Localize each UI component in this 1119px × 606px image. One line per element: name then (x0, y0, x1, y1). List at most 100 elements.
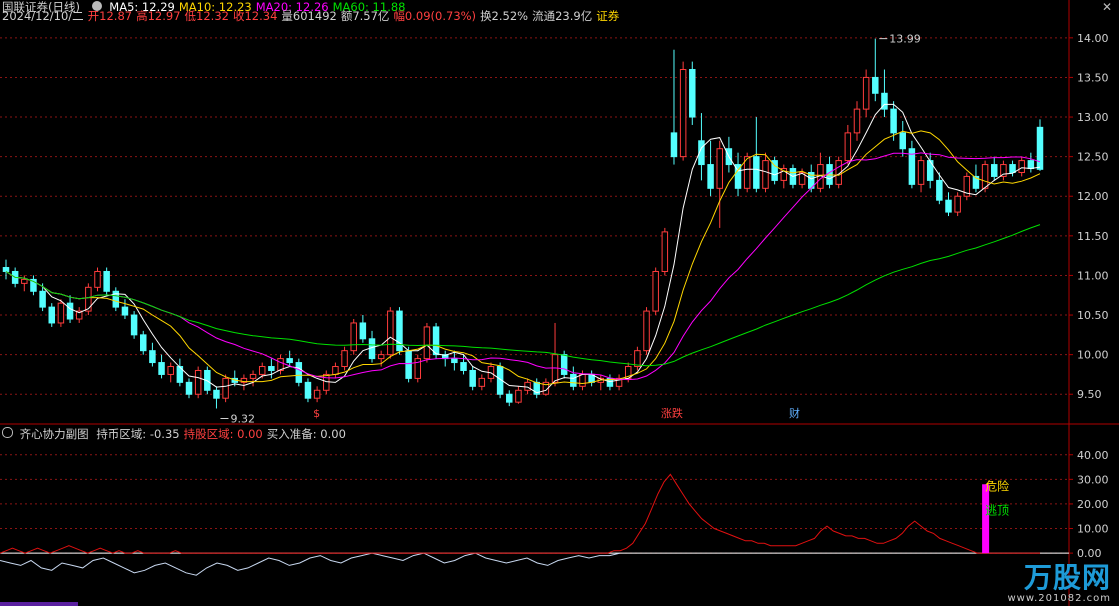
candle-body (286, 358, 293, 364)
y-tick-label: 13.00 (1077, 111, 1109, 124)
candle-body (451, 358, 458, 364)
candle-body (515, 389, 522, 403)
ma60-line (5, 224, 1041, 367)
candle-body (1018, 160, 1025, 173)
candle-body (185, 381, 193, 395)
candle-body (872, 76, 879, 94)
ohlc-value-8: 换2.52% (480, 9, 529, 23)
candle-body (506, 393, 513, 403)
sub-settings-icon[interactable] (2, 427, 13, 438)
candle-body (753, 156, 760, 189)
candle-body (954, 195, 961, 213)
candle-body (643, 310, 650, 352)
candle-body (981, 164, 989, 189)
ohlc-header: 2024/12/10/二 开12.87 高12.97 低12.32 收12.34 量601… (2, 9, 623, 23)
ohlc-value-9: 流通23.9亿 (532, 9, 593, 23)
watermark-url: www.201082.com (1007, 593, 1111, 604)
candle-body (670, 132, 678, 158)
scroll-indicator (0, 602, 78, 606)
candle-body (936, 179, 943, 201)
candle-body (249, 373, 257, 379)
candle-body (1027, 160, 1035, 170)
candle-body (570, 373, 577, 387)
candle-body (222, 377, 229, 399)
candle-body (377, 354, 385, 360)
candle-body (368, 338, 376, 360)
candle-body (762, 160, 769, 189)
sub-y-tick-label: 0.00 (1077, 547, 1102, 560)
y-tick-label: 10.50 (1077, 309, 1109, 322)
candle-body (121, 306, 129, 316)
watermark-name: 万股网 (1023, 561, 1111, 594)
candle-body (167, 366, 174, 375)
candle-body (579, 373, 586, 387)
ma20-line (5, 152, 1041, 381)
y-tick-label: 11.00 (1077, 269, 1109, 282)
candle-body (130, 314, 138, 336)
ohlc-value-6: 额7.57亿 (340, 9, 390, 23)
candle-body (707, 164, 714, 189)
candle-body (94, 270, 101, 288)
ohlc-value-1: 开12.87 (87, 9, 133, 23)
escape-top-label: 逃顶 (985, 503, 1009, 517)
candle-body (945, 199, 952, 213)
ohlc-value-4: 收12.34 (232, 9, 278, 23)
indicator-title[interactable]: 齐心协力副图 (20, 427, 89, 441)
close-icon[interactable]: ✕ (1100, 0, 1114, 14)
candle-body (194, 369, 202, 395)
candle-body (268, 366, 275, 371)
danger-label: 危险 (985, 478, 1009, 493)
candle-body (560, 354, 568, 375)
candle-body (140, 334, 147, 352)
ohlc-value-2: 高12.97 (136, 9, 181, 23)
candle-body (844, 132, 852, 162)
candle-body (405, 350, 412, 379)
y-tick-label: 11.50 (1077, 230, 1109, 243)
candle-body (679, 69, 687, 158)
candle-body (103, 270, 110, 292)
candle-body (158, 362, 165, 375)
candle-body (295, 362, 303, 383)
sub-header: 齐心协力副图 持币区域: -0.35 持股区域: 0.00 买入准备: 0.00 (2, 427, 350, 441)
ohlc-value-0: 2024/12/10/二 (2, 9, 84, 23)
hold-cash-line (0, 552, 621, 576)
candle-body (359, 322, 367, 340)
y-tick-label: 14.00 (1077, 32, 1109, 45)
event-marker: 涨跌 (661, 406, 683, 420)
y-tick-label: 12.50 (1077, 151, 1109, 164)
candle-body (48, 306, 55, 324)
candle-body (524, 381, 531, 391)
candle-body (332, 366, 339, 375)
y-tick-label: 12.00 (1077, 190, 1109, 203)
candle-body (313, 389, 321, 399)
sub-y-tick-label: 30.00 (1077, 473, 1109, 486)
low-price-label: 9.32 (230, 412, 255, 425)
candle-body (57, 302, 65, 324)
chart-area[interactable]: 9.50 10.00 10.50 11.00 11.50 12.00 12.50 13.00 1… (0, 0, 1119, 606)
candle-body (478, 377, 486, 387)
candle-body (853, 108, 861, 134)
indicator-value-0: 持币区域: -0.35 (96, 427, 180, 441)
ohlc-value-3: 低12.32 (184, 9, 229, 23)
candle-body (469, 369, 476, 387)
y-tick-label: 10.00 (1077, 349, 1109, 362)
candle-body (85, 286, 92, 312)
candle-body (862, 76, 870, 110)
candle-body (149, 350, 156, 364)
ma5-line (5, 103, 1041, 394)
candle-body (689, 69, 696, 118)
candle-body (323, 373, 330, 391)
candle-body (21, 278, 28, 284)
candle-body (304, 381, 312, 399)
hold-stock-line (0, 473, 1040, 554)
candle-body (258, 366, 266, 375)
event-marker: 财 (789, 406, 800, 420)
candle-body (652, 270, 659, 312)
candle-body (917, 160, 925, 185)
y-tick-label: 13.50 (1077, 71, 1109, 84)
candle-body (387, 310, 394, 356)
candle-body (634, 350, 641, 368)
candle-body (432, 326, 440, 356)
candle-body (2, 267, 10, 272)
candle-body (890, 108, 897, 134)
